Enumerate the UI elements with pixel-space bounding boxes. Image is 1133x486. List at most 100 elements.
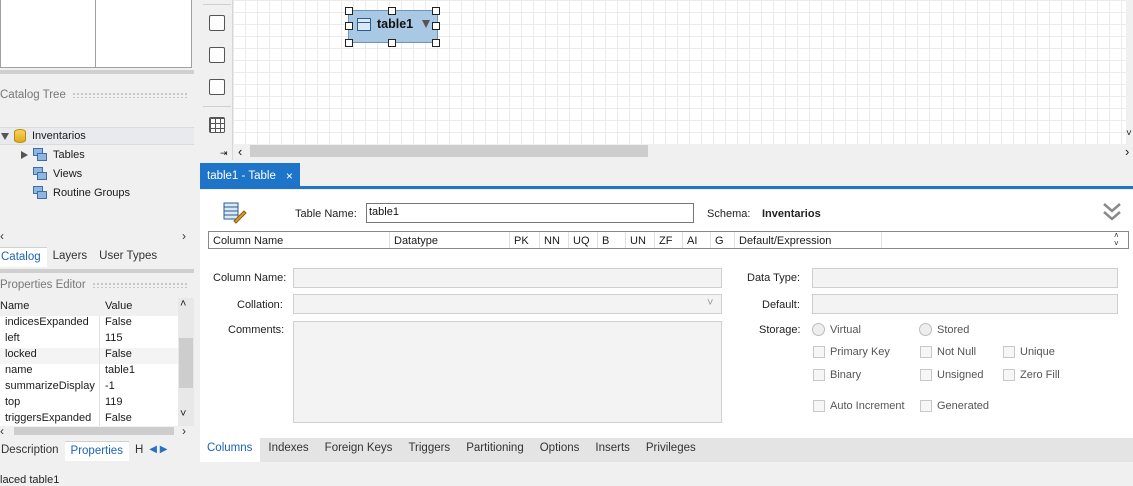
storage-label: Storage: — [759, 324, 801, 336]
tab-options[interactable]: Options — [532, 438, 588, 462]
tab-columns[interactable]: Columns — [200, 438, 261, 462]
properties-hscroll-thumb[interactable] — [14, 427, 174, 435]
resize-handle[interactable] — [345, 22, 353, 30]
grid-header-pk[interactable]: PK — [510, 232, 540, 248]
scroll-right-icon[interactable]: › — [182, 424, 186, 438]
grid-header-nn[interactable]: NN — [540, 232, 569, 248]
property-row[interactable]: locked False — [0, 348, 178, 364]
text-tool-icon[interactable] — [209, 15, 225, 31]
tree-item-tables[interactable]: Tables — [19, 146, 85, 164]
property-value[interactable]: False — [100, 412, 132, 426]
collapse-chevrons-icon[interactable] — [1102, 201, 1122, 223]
tab-foreign-keys[interactable]: Foreign Keys — [317, 438, 401, 462]
property-row[interactable]: indicesExpanded False — [0, 316, 178, 332]
expand-toolbar-icon[interactable]: ⇥ — [220, 148, 228, 159]
column-name-input[interactable] — [293, 268, 722, 288]
property-value[interactable]: table1 — [100, 364, 135, 380]
grid-header-b[interactable]: B — [598, 232, 626, 248]
grid-header-column-name[interactable]: Column Name — [209, 232, 390, 248]
tab-privileges[interactable]: Privileges — [638, 438, 704, 462]
tab-scroll-arrows-icon[interactable]: ◀ ▶ — [149, 441, 167, 461]
collation-select[interactable]: ˅ — [293, 294, 722, 314]
tab-inserts[interactable]: Inserts — [587, 438, 638, 462]
chevron-down-icon[interactable]: ˅ — [707, 297, 713, 309]
grid-header-g[interactable]: G — [711, 232, 735, 248]
scroll-left-icon[interactable]: ‹ — [238, 144, 242, 159]
virtual-radio[interactable] — [812, 323, 825, 336]
properties-scrollbar[interactable]: ˄ ˅ — [178, 298, 194, 426]
grid-header-default[interactable]: Default/Expression — [735, 232, 882, 248]
not-null-checkbox[interactable] — [920, 346, 932, 358]
scroll-right-icon[interactable]: › — [1125, 144, 1129, 159]
generated-checkbox[interactable] — [920, 400, 932, 412]
canvas-vscrollbar[interactable]: ˅ — [1126, 0, 1133, 144]
splitter[interactable] — [0, 269, 194, 273]
property-value[interactable]: -1 — [100, 380, 115, 396]
table-expand-icon[interactable] — [422, 20, 430, 28]
tree-item-schema[interactable]: Inventarios — [0, 127, 194, 145]
data-type-input[interactable] — [812, 268, 1118, 288]
tab-partitioning[interactable]: Partitioning — [458, 438, 532, 462]
property-row[interactable]: left 115 — [0, 332, 178, 348]
comments-textarea[interactable] — [293, 321, 722, 423]
collapse-icon[interactable] — [0, 131, 10, 141]
grid-header-ai[interactable]: AI — [683, 232, 711, 248]
property-row[interactable]: top 119 — [0, 396, 178, 412]
tab-description[interactable]: Description — [0, 441, 65, 461]
close-icon[interactable]: × — [286, 169, 293, 183]
scroll-thumb[interactable] — [179, 338, 193, 388]
scroll-right-icon[interactable]: › — [182, 229, 186, 243]
property-row[interactable]: summarizeDisplay -1 — [0, 380, 178, 396]
resize-handle[interactable] — [388, 7, 396, 15]
property-row[interactable]: triggersExpanded False — [0, 412, 178, 426]
table-name-input[interactable]: table1 — [366, 203, 694, 223]
canvas-hscroll-thumb[interactable] — [250, 145, 648, 157]
auto-increment-checkbox[interactable] — [813, 400, 825, 412]
tab-indexes[interactable]: Indexes — [260, 438, 316, 462]
resize-handle[interactable] — [432, 22, 440, 30]
scroll-down-icon[interactable]: ˅ — [180, 408, 186, 420]
resize-handle[interactable] — [388, 39, 396, 47]
splitter[interactable] — [0, 70, 194, 74]
navigator-minimap[interactable] — [0, 0, 192, 68]
resize-handle[interactable] — [432, 39, 440, 47]
grid-header-datatype[interactable]: Datatype — [390, 232, 510, 248]
binary-checkbox[interactable] — [813, 369, 825, 381]
property-value[interactable]: 115 — [100, 332, 123, 348]
scroll-left-icon[interactable]: ‹ — [0, 424, 4, 438]
table-tool-icon[interactable] — [209, 117, 225, 133]
table-name-label: Table Name: — [295, 208, 357, 220]
tab-triggers[interactable]: Triggers — [400, 438, 458, 462]
resize-handle[interactable] — [345, 7, 353, 15]
tab-table-editor[interactable]: table1 - Table × — [200, 163, 300, 189]
tab-history[interactable]: H — [129, 441, 149, 461]
resize-handle[interactable] — [432, 7, 440, 15]
tree-item-routine-groups[interactable]: Routine Groups — [33, 184, 130, 202]
default-input[interactable] — [812, 294, 1118, 314]
unique-checkbox[interactable] — [1003, 346, 1015, 358]
grid-header-un[interactable]: UN — [626, 232, 655, 248]
tab-catalog[interactable]: Catalog — [0, 247, 47, 267]
image-tool-icon[interactable] — [209, 79, 225, 95]
scroll-left-icon[interactable]: ‹ — [0, 229, 4, 243]
scroll-down-icon[interactable]: ˅ — [1126, 128, 1132, 139]
property-value[interactable]: 119 — [100, 396, 123, 412]
property-value[interactable]: False — [100, 316, 132, 332]
grid-scroll-arrows-icon[interactable]: ˄ ˅ — [1114, 232, 1128, 248]
stored-radio[interactable] — [919, 323, 932, 336]
tab-properties[interactable]: Properties — [64, 441, 129, 461]
grid-header-uq[interactable]: UQ — [569, 232, 598, 248]
zero-fill-checkbox[interactable] — [1003, 369, 1015, 381]
property-row[interactable]: name table1 — [0, 364, 178, 380]
note-tool-icon[interactable] — [209, 47, 225, 63]
unsigned-checkbox[interactable] — [920, 369, 932, 381]
tab-user-types[interactable]: User Types — [93, 247, 163, 267]
property-value[interactable]: False — [100, 348, 132, 364]
resize-handle[interactable] — [345, 39, 353, 47]
tab-layers[interactable]: Layers — [47, 247, 94, 267]
tree-item-views[interactable]: Views — [33, 165, 82, 183]
scroll-up-icon[interactable]: ˄ — [180, 298, 186, 310]
grid-header-zf[interactable]: ZF — [655, 232, 683, 248]
expand-icon[interactable] — [19, 150, 29, 160]
primary-key-checkbox[interactable] — [813, 346, 825, 358]
